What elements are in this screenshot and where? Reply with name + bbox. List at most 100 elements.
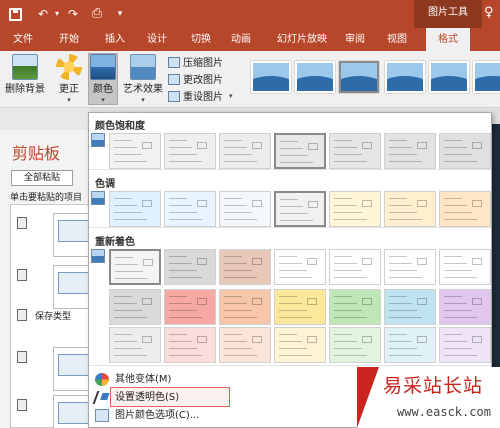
- artistic-effects-button[interactable]: 艺术效果 ▾: [122, 54, 164, 104]
- undo-dropdown-icon[interactable]: ▾: [52, 5, 62, 23]
- watermark-logo-shape: [357, 367, 379, 428]
- picture-style-thumbnail[interactable]: [385, 61, 425, 93]
- swatch-line: [114, 212, 142, 213]
- tab-transitions[interactable]: 切换: [184, 28, 218, 51]
- swatch-line: [389, 303, 412, 304]
- color-swatch[interactable]: [329, 289, 381, 325]
- tab-view[interactable]: 视图: [380, 28, 414, 51]
- swatch-line: [279, 334, 297, 335]
- color-swatch[interactable]: [219, 249, 271, 285]
- color-swatch[interactable]: [439, 191, 491, 227]
- clipboard-title: 剪贴板: [12, 144, 61, 163]
- picture-style-thumbnail[interactable]: [295, 61, 335, 93]
- swatch-line: [334, 296, 352, 297]
- save-icon[interactable]: [9, 5, 25, 23]
- tab-file[interactable]: 文件: [6, 28, 40, 51]
- reset-picture-button[interactable]: 重设图片: [168, 90, 223, 105]
- color-swatch[interactable]: [109, 191, 161, 227]
- color-swatch[interactable]: [384, 191, 436, 227]
- from-beginning-icon[interactable]: ⎙: [88, 5, 106, 23]
- swatch-line: [224, 263, 247, 264]
- palette-icon: [95, 373, 109, 386]
- tab-animations[interactable]: 动画: [224, 28, 258, 51]
- tab-home[interactable]: 开始: [52, 28, 86, 51]
- swatch-box: [307, 298, 317, 305]
- chevron-down-icon[interactable]: ▾: [229, 92, 233, 100]
- color-swatch[interactable]: [109, 327, 161, 363]
- color-swatch[interactable]: [329, 133, 381, 169]
- swatch-box: [307, 258, 317, 265]
- color-swatch[interactable]: [164, 191, 216, 227]
- color-swatch[interactable]: [219, 191, 271, 227]
- swatch-box: [252, 142, 262, 149]
- swatch-line: [169, 154, 197, 155]
- color-swatch[interactable]: [109, 133, 161, 169]
- color-swatch[interactable]: [384, 327, 436, 363]
- redo-icon[interactable]: ↷: [66, 5, 80, 23]
- color-swatch[interactable]: [109, 289, 161, 325]
- customize-toolbar-icon[interactable]: ▾: [114, 5, 126, 23]
- color-button[interactable]: 颜色 ▾: [88, 53, 118, 105]
- color-swatch[interactable]: [439, 289, 491, 325]
- corrections-button[interactable]: 更正 ▾: [54, 54, 84, 104]
- compress-pictures-button[interactable]: 压缩图片: [168, 56, 223, 71]
- picture-style-thumbnail[interactable]: [251, 61, 291, 93]
- tab-design[interactable]: 设计: [140, 28, 174, 51]
- color-swatch[interactable]: [329, 249, 381, 285]
- color-swatch[interactable]: [384, 249, 436, 285]
- color-swatch[interactable]: [164, 249, 216, 285]
- paste-all-button[interactable]: 全部粘贴: [11, 170, 73, 186]
- color-swatch[interactable]: [439, 133, 491, 169]
- swatch-line: [169, 348, 197, 349]
- color-swatch[interactable]: [274, 191, 326, 227]
- color-swatch[interactable]: [274, 133, 326, 169]
- color-swatch[interactable]: [164, 289, 216, 325]
- color-swatch[interactable]: [219, 327, 271, 363]
- swatch-line: [114, 219, 147, 220]
- swatch-box: [197, 336, 207, 343]
- picture-style-thumbnail[interactable]: [429, 61, 469, 93]
- picture-style-thumbnail[interactable]: [339, 61, 379, 93]
- change-picture-button[interactable]: 更改图片: [168, 73, 223, 88]
- swatch-line: [444, 256, 462, 257]
- swatch-line: [389, 263, 412, 264]
- color-swatch[interactable]: [439, 249, 491, 285]
- compress-label: 压缩图片: [183, 58, 223, 69]
- color-swatch[interactable]: [109, 249, 161, 285]
- color-swatch[interactable]: [164, 327, 216, 363]
- color-options-icon: [95, 409, 109, 422]
- color-swatch[interactable]: [164, 133, 216, 169]
- tab-insert[interactable]: 插入: [98, 28, 132, 51]
- chevron-down-icon: ▾: [101, 96, 105, 104]
- color-swatch[interactable]: [274, 249, 326, 285]
- picture-style-thumbnail[interactable]: [473, 61, 500, 93]
- swatch-line: [114, 198, 132, 199]
- color-swatch[interactable]: [219, 133, 271, 169]
- color-swatch[interactable]: [274, 289, 326, 325]
- tab-slideshow[interactable]: 幻灯片放映: [266, 28, 338, 51]
- swatch-box: [472, 200, 482, 207]
- color-swatch[interactable]: [219, 289, 271, 325]
- swatch-line: [389, 310, 417, 311]
- swatch-line: [169, 355, 202, 356]
- color-swatch[interactable]: [274, 327, 326, 363]
- swatch-line: [114, 147, 137, 148]
- color-swatch[interactable]: [384, 289, 436, 325]
- color-swatch[interactable]: [329, 327, 381, 363]
- color-swatch[interactable]: [439, 327, 491, 363]
- undo-icon[interactable]: ↶: [36, 5, 50, 23]
- lightbulb-icon[interactable]: ♀: [484, 5, 494, 20]
- swatch-box: [472, 336, 482, 343]
- swatch-line: [224, 140, 242, 141]
- swatch-line: [334, 348, 362, 349]
- remove-background-button[interactable]: 删除背景: [2, 54, 48, 104]
- picture-tools-context-label: 图片工具: [414, 0, 482, 28]
- clipboard-item-list[interactable]: 保存类型: [10, 204, 93, 428]
- swatch-line: [224, 161, 257, 162]
- color-swatch[interactable]: [384, 133, 436, 169]
- swatch-line: [444, 303, 467, 304]
- tab-review[interactable]: 审阅: [338, 28, 372, 51]
- tab-format[interactable]: 格式: [426, 28, 470, 51]
- picture-styles-gallery: [243, 56, 500, 104]
- color-swatch[interactable]: [329, 191, 381, 227]
